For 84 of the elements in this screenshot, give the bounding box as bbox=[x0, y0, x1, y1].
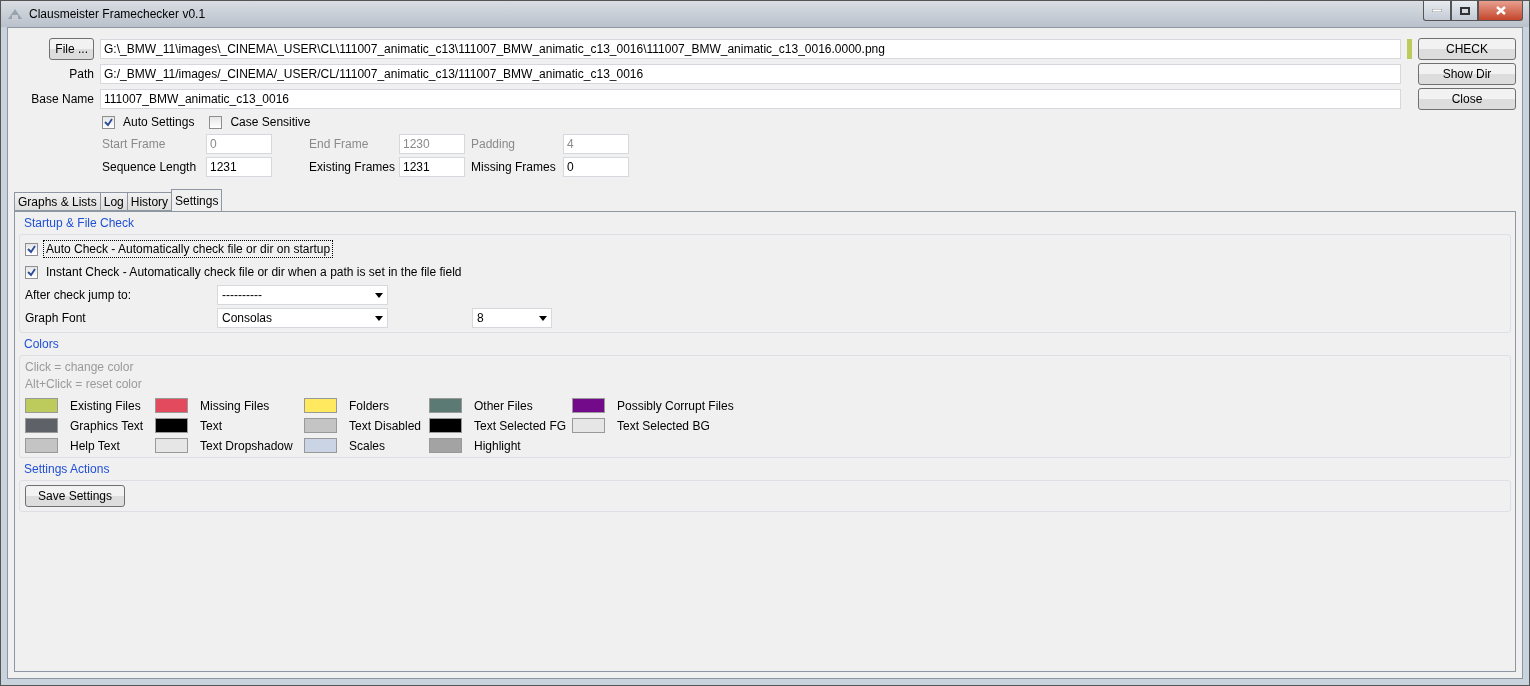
checkbox[interactable] bbox=[209, 115, 223, 129]
maximize-button[interactable] bbox=[1451, 1, 1478, 21]
check-icon bbox=[27, 244, 36, 254]
group-title: Colors bbox=[24, 337, 60, 351]
color-swatch[interactable] bbox=[155, 418, 188, 433]
field-label: Sequence Length bbox=[102, 160, 198, 174]
color-swatch[interactable] bbox=[304, 438, 337, 453]
color-label: Graphics Text bbox=[70, 418, 144, 433]
help-text: Alt+Click = reset color bbox=[25, 377, 143, 391]
color-label: Folders bbox=[349, 398, 389, 413]
color-swatch[interactable] bbox=[155, 438, 188, 453]
color-label: Possibly Corrupt Files bbox=[617, 398, 734, 413]
action-button[interactable]: Close bbox=[1418, 88, 1516, 110]
save-settings-button[interactable]: Save Settings bbox=[25, 485, 126, 507]
minimize-button[interactable] bbox=[1423, 1, 1451, 21]
check-icon bbox=[27, 267, 36, 277]
action-button[interactable]: Show Dir bbox=[1418, 63, 1516, 85]
checkbox[interactable] bbox=[102, 115, 115, 129]
color-swatch[interactable] bbox=[429, 418, 462, 433]
color-label: Other Files bbox=[474, 398, 533, 413]
color-swatch[interactable] bbox=[572, 418, 605, 433]
close-icon bbox=[1495, 6, 1506, 15]
color-label: Scales bbox=[349, 438, 386, 453]
font-size-dropdown[interactable]: 8 bbox=[472, 308, 552, 328]
color-swatch[interactable] bbox=[429, 438, 462, 453]
font-dropdown[interactable]: Consolas bbox=[217, 308, 388, 328]
checkbox[interactable] bbox=[25, 265, 38, 279]
jump-dropdown[interactable]: ---------- bbox=[217, 285, 388, 305]
field-label: Base Name bbox=[30, 92, 94, 106]
action-button[interactable]: CHECK bbox=[1418, 38, 1516, 60]
color-label: Text Selected FG bbox=[474, 418, 567, 433]
app-icon bbox=[7, 7, 23, 21]
tab[interactable]: Graphs & Lists bbox=[14, 192, 101, 211]
color-label: Missing Files bbox=[200, 398, 270, 413]
file-button[interactable]: File ... bbox=[49, 38, 94, 60]
field-label: Missing Frames bbox=[471, 160, 557, 174]
color-label: Text Dropshadow bbox=[200, 438, 293, 453]
status-indicator bbox=[1407, 39, 1412, 59]
field-label: Start Frame bbox=[102, 137, 167, 151]
caret-icon bbox=[375, 315, 383, 321]
help-text: Click = change color bbox=[25, 360, 135, 374]
color-swatch[interactable] bbox=[304, 398, 337, 413]
caret-icon bbox=[539, 315, 547, 321]
file-field[interactable]: G:\_BMW_11\images\_CINEMA\_USER\CL\111007_animatic_c13\111007_BMW_animatic_c13_0016\111007_BMW_animatic_c13_0016.0000.png bbox=[100, 39, 1401, 59]
checkbox-label: Instant Check - Automatically check file or dir when a path is set in the file field bbox=[45, 264, 463, 281]
checkbox-label: Case Sensitive bbox=[229, 114, 312, 131]
setting-label: After check jump to: bbox=[25, 288, 133, 302]
tab[interactable]: History bbox=[126, 192, 173, 211]
color-swatch[interactable] bbox=[25, 438, 58, 453]
color-swatch[interactable] bbox=[25, 418, 58, 433]
checkbox-label: Auto Check - Automatically check file or dir on startup bbox=[43, 240, 334, 258]
caret-icon bbox=[375, 292, 383, 298]
close-window-button[interactable] bbox=[1478, 1, 1523, 21]
path-field[interactable]: G:/_BMW_11/images/_CINEMA/_USER/CL/111007_animatic_c13/111007_BMW_animatic_c13_0016 bbox=[100, 64, 1401, 84]
color-swatch[interactable] bbox=[429, 398, 462, 413]
color-label: Help Text bbox=[70, 438, 120, 453]
group-title: Settings Actions bbox=[24, 462, 111, 476]
tab[interactable]: Settings bbox=[171, 189, 223, 211]
field-label: Padding bbox=[471, 137, 517, 151]
color-swatch[interactable] bbox=[572, 398, 605, 413]
number-field[interactable]: 1231 bbox=[399, 157, 465, 177]
tab[interactable]: Log bbox=[99, 192, 128, 211]
color-label: Text Selected BG bbox=[617, 418, 710, 433]
checkbox-label: Auto Settings bbox=[122, 114, 196, 131]
field-label: End Frame bbox=[309, 137, 370, 151]
base-name-field[interactable]: 111007_BMW_animatic_c13_0016 bbox=[100, 89, 1401, 109]
group-title: Startup & File Check bbox=[24, 216, 136, 230]
color-label: Highlight bbox=[474, 438, 521, 453]
maximize-icon bbox=[1459, 6, 1470, 15]
window-title: Clausmeister Framechecker v0.1 bbox=[29, 7, 206, 21]
color-label: Existing Files bbox=[70, 398, 141, 413]
number-field[interactable]: 0 bbox=[563, 157, 629, 177]
minimize-icon bbox=[1432, 9, 1442, 12]
check-icon bbox=[104, 117, 113, 127]
color-label: Text Disabled bbox=[349, 418, 422, 433]
color-swatch[interactable] bbox=[25, 398, 58, 413]
setting-label: Graph Font bbox=[25, 311, 87, 325]
color-swatch[interactable] bbox=[304, 418, 337, 433]
checkbox[interactable] bbox=[25, 242, 38, 256]
number-field[interactable]: 1231 bbox=[206, 157, 272, 177]
color-swatch[interactable] bbox=[155, 398, 188, 413]
field-label: Existing Frames bbox=[309, 160, 397, 174]
color-label: Text bbox=[200, 418, 222, 433]
field-label: Path bbox=[68, 67, 94, 81]
